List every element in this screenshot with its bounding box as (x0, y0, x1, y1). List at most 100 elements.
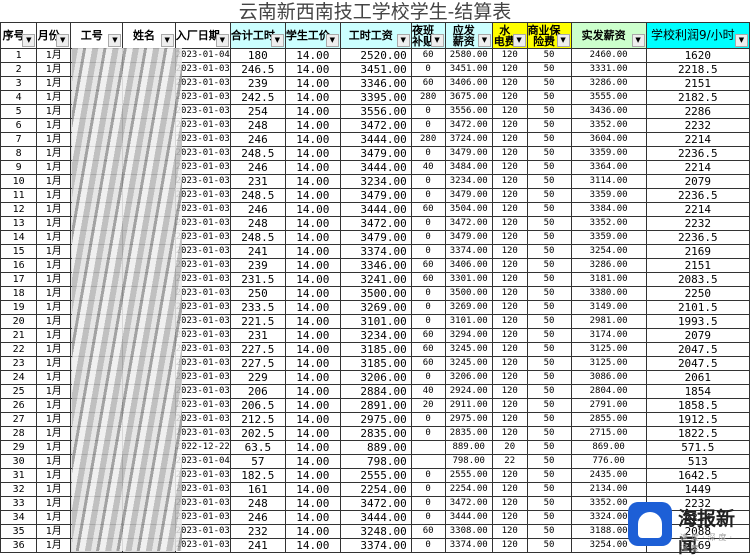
cell-wage[interactable]: 3185.00 (339, 356, 412, 371)
cell-hours[interactable]: 248 (229, 118, 286, 133)
cell-wage[interactable]: 3346.00 (339, 76, 412, 91)
cell-wage[interactable]: 3269.00 (339, 300, 412, 315)
cell-hours[interactable]: 246 (229, 510, 286, 525)
cell-rate[interactable]: 14.00 (284, 146, 341, 161)
cell-month[interactable]: 1月 (36, 398, 72, 413)
cell-gross[interactable]: 3406.00 (444, 258, 493, 273)
cell-profit[interactable]: 1449 (645, 482, 750, 497)
cell-hours[interactable]: 221.5 (229, 314, 286, 329)
cell-utility[interactable]: 120 (491, 146, 528, 161)
cell-net[interactable]: 3359.00 (570, 146, 647, 161)
cell-utility[interactable]: 120 (491, 328, 528, 343)
cell-wage[interactable]: 889.00 (339, 440, 412, 455)
cell-net[interactable]: 2804.00 (570, 384, 647, 399)
filter-dropdown-icon[interactable]: ▼ (270, 34, 284, 47)
cell-gross[interactable]: 3245.00 (444, 356, 493, 371)
cell-insurance[interactable]: 50 (526, 328, 572, 343)
cell-profit[interactable]: 1822.5 (645, 426, 750, 441)
cell-night[interactable]: 20 (410, 398, 446, 413)
cell-net[interactable]: 3604.00 (570, 132, 647, 147)
cell-utility[interactable]: 120 (491, 468, 528, 483)
cell-profit[interactable]: 2236.5 (645, 146, 750, 161)
cell-date[interactable]: 2023-01-03 (174, 202, 231, 217)
cell-seq[interactable]: 6 (0, 118, 38, 133)
cell-rate[interactable]: 14.00 (284, 412, 341, 427)
cell-hours[interactable]: 231.5 (229, 272, 286, 287)
cell-rate[interactable]: 14.00 (284, 468, 341, 483)
cell-gross[interactable]: 889.00 (444, 440, 493, 455)
cell-insurance[interactable]: 50 (526, 496, 572, 511)
cell-date[interactable]: 2023-01-03 (174, 510, 231, 525)
cell-date[interactable]: 2023-01-03 (174, 286, 231, 301)
cell-net[interactable]: 3286.00 (570, 76, 647, 91)
cell-rate[interactable]: 14.00 (284, 160, 341, 175)
cell-month[interactable]: 1月 (36, 356, 72, 371)
cell-insurance[interactable]: 50 (526, 426, 572, 441)
filter-dropdown-icon[interactable]: ▼ (735, 34, 748, 47)
cell-month[interactable]: 1月 (36, 174, 72, 189)
cell-date[interactable]: 2023-01-03 (174, 230, 231, 245)
cell-hours[interactable]: 248.5 (229, 230, 286, 245)
cell-month[interactable]: 1月 (36, 496, 72, 511)
cell-net[interactable]: 3384.00 (570, 202, 647, 217)
cell-date[interactable]: 2023-01-03 (174, 314, 231, 329)
cell-date[interactable]: 2023-01-03 (174, 104, 231, 119)
cell-wage[interactable]: 3556.00 (339, 104, 412, 119)
cell-night[interactable]: 0 (410, 230, 446, 245)
cell-date[interactable]: 2023-01-04 (174, 454, 231, 469)
filter-dropdown-icon[interactable]: ▼ (108, 34, 122, 47)
cell-night[interactable]: 280 (410, 132, 446, 147)
cell-utility[interactable]: 120 (491, 48, 528, 63)
cell-seq[interactable]: 25 (0, 384, 38, 399)
cell-night[interactable] (410, 454, 446, 469)
cell-gross[interactable]: 3374.00 (444, 244, 493, 259)
cell-wage[interactable]: 3374.00 (339, 244, 412, 259)
cell-utility[interactable]: 120 (491, 524, 528, 539)
cell-hours[interactable]: 202.5 (229, 426, 286, 441)
cell-month[interactable]: 1月 (36, 216, 72, 231)
cell-wage[interactable]: 3444.00 (339, 160, 412, 175)
cell-date[interactable]: 2023-01-03 (174, 356, 231, 371)
cell-gross[interactable]: 2555.00 (444, 468, 493, 483)
cell-night[interactable]: 0 (410, 146, 446, 161)
cell-profit[interactable]: 1620 (645, 48, 750, 63)
cell-night[interactable]: 0 (410, 62, 446, 77)
cell-insurance[interactable]: 50 (526, 174, 572, 189)
cell-gross[interactable]: 2254.00 (444, 482, 493, 497)
cell-utility[interactable]: 120 (491, 510, 528, 525)
cell-utility[interactable]: 120 (491, 538, 528, 553)
cell-gross[interactable]: 2580.00 (444, 48, 493, 63)
cell-utility[interactable]: 120 (491, 356, 528, 371)
cell-hours[interactable]: 239 (229, 258, 286, 273)
cell-month[interactable]: 1月 (36, 538, 72, 553)
cell-hours[interactable]: 241 (229, 538, 286, 553)
cell-insurance[interactable]: 50 (526, 440, 572, 455)
cell-night[interactable]: 60 (410, 76, 446, 91)
cell-gross[interactable]: 3101.00 (444, 314, 493, 329)
cell-net[interactable]: 3086.00 (570, 370, 647, 385)
cell-seq[interactable]: 18 (0, 286, 38, 301)
cell-net[interactable]: 3174.00 (570, 328, 647, 343)
cell-rate[interactable]: 14.00 (284, 356, 341, 371)
cell-seq[interactable]: 36 (0, 538, 38, 553)
cell-seq[interactable]: 2 (0, 62, 38, 77)
cell-month[interactable]: 1月 (36, 146, 72, 161)
cell-net[interactable]: 3125.00 (570, 342, 647, 357)
cell-hours[interactable]: 246 (229, 132, 286, 147)
cell-seq[interactable]: 24 (0, 370, 38, 385)
cell-utility[interactable]: 120 (491, 384, 528, 399)
cell-night[interactable]: 60 (410, 202, 446, 217)
cell-date[interactable]: 2023-01-03 (174, 412, 231, 427)
cell-wage[interactable]: 2555.00 (339, 468, 412, 483)
cell-insurance[interactable]: 50 (526, 314, 572, 329)
cell-insurance[interactable]: 50 (526, 454, 572, 469)
cell-seq[interactable]: 8 (0, 146, 38, 161)
cell-hours[interactable]: 248 (229, 216, 286, 231)
cell-utility[interactable]: 120 (491, 132, 528, 147)
cell-night[interactable]: 40 (410, 160, 446, 175)
cell-seq[interactable]: 3 (0, 76, 38, 91)
cell-month[interactable]: 1月 (36, 244, 72, 259)
cell-profit[interactable]: 2214 (645, 132, 750, 147)
cell-gross[interactable]: 3444.00 (444, 510, 493, 525)
cell-insurance[interactable]: 50 (526, 118, 572, 133)
